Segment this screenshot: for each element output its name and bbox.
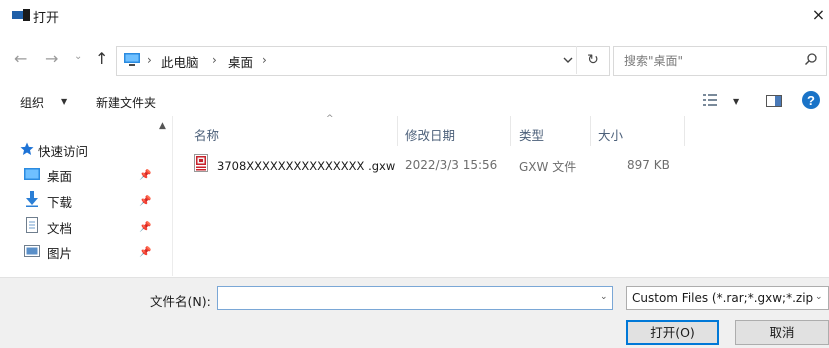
view-caret-icon[interactable]: ▼	[733, 97, 739, 106]
up-button[interactable]: ↑	[95, 49, 108, 68]
gxw-file-icon	[194, 154, 208, 172]
filename-history-dropdown[interactable]: ⌄	[600, 292, 608, 302]
download-icon	[26, 191, 38, 207]
file-name[interactable]: 3708XXXXXXXXXXXXXXX .gxw	[217, 159, 395, 173]
breadcrumb-separator[interactable]: ›	[262, 53, 267, 67]
file-size: 897 KB	[627, 158, 670, 172]
title-bar	[0, 0, 829, 30]
refresh-button[interactable]: ↻	[576, 46, 609, 74]
breadcrumb-separator[interactable]: ›	[212, 53, 217, 67]
column-separator[interactable]	[684, 116, 685, 146]
column-separator[interactable]	[510, 116, 511, 146]
app-icon	[12, 9, 30, 21]
column-header-modified[interactable]: 修改日期	[405, 125, 455, 144]
column-header-type[interactable]: 类型	[519, 125, 544, 144]
help-icon[interactable]: ?	[801, 90, 821, 110]
filetype-dropdown-icon[interactable]: ⌄	[815, 292, 823, 302]
preview-pane-icon[interactable]	[766, 95, 782, 107]
picture-icon	[24, 245, 40, 257]
organize-menu[interactable]: 组织	[20, 94, 44, 111]
sidebar-item-quick-access[interactable]: 快速访问	[38, 141, 88, 160]
search-placeholder: 搜索"桌面"	[624, 54, 684, 68]
cancel-button[interactable]: 取消	[735, 320, 829, 345]
svg-text:?: ?	[807, 93, 815, 108]
file-type: GXW 文件	[519, 160, 577, 174]
breadcrumb-this-pc[interactable]: 此电脑	[161, 52, 199, 71]
column-separator[interactable]	[590, 116, 591, 146]
sidebar-item-downloads[interactable]: 下载	[47, 192, 72, 211]
back-button[interactable]: ←	[14, 49, 27, 68]
recent-locations-button[interactable]: ⌄	[74, 51, 82, 62]
pin-icon[interactable]: 📌	[139, 196, 151, 207]
filename-label: 文件名(N):	[150, 294, 211, 309]
document-icon	[26, 217, 38, 233]
chevron-down-icon[interactable]	[560, 52, 576, 68]
desktop-icon	[24, 168, 40, 180]
search-icon[interactable]	[804, 52, 818, 66]
view-options-icon[interactable]	[703, 94, 717, 106]
sidebar-item-pictures[interactable]: 图片	[47, 243, 72, 262]
filetype-selected-value: Custom Files (*.rar;*.gxw;*.zip	[632, 291, 814, 305]
column-header-size[interactable]: 大小	[598, 125, 623, 144]
sidebar-item-desktop[interactable]: 桌面	[47, 166, 72, 185]
this-pc-icon	[124, 53, 140, 66]
sort-ascending-icon: ^	[326, 114, 334, 124]
file-modified-date: 2022/3/3 15:56	[405, 158, 498, 172]
scroll-up-arrow[interactable]: ▲	[159, 121, 166, 131]
pin-icon[interactable]: 📌	[139, 170, 151, 181]
filename-field[interactable]	[217, 286, 613, 310]
pin-icon[interactable]: 📌	[139, 247, 151, 258]
sidebar-item-documents[interactable]: 文档	[47, 218, 72, 237]
close-button[interactable]: ×	[808, 0, 829, 30]
breadcrumb-separator[interactable]: ›	[147, 53, 152, 67]
forward-button[interactable]: →	[45, 49, 58, 68]
organize-caret-icon[interactable]: ▼	[61, 97, 67, 106]
open-button[interactable]: 打开(O)	[626, 320, 719, 345]
pin-icon[interactable]: 📌	[139, 222, 151, 233]
window-title: 打开	[33, 11, 60, 26]
new-folder-button[interactable]: 新建文件夹	[96, 94, 156, 111]
column-separator[interactable]	[397, 116, 398, 146]
star-icon	[20, 142, 34, 155]
breadcrumb-desktop[interactable]: 桌面	[228, 52, 253, 71]
column-header-name[interactable]: 名称	[194, 125, 219, 144]
pane-divider[interactable]	[172, 116, 173, 276]
